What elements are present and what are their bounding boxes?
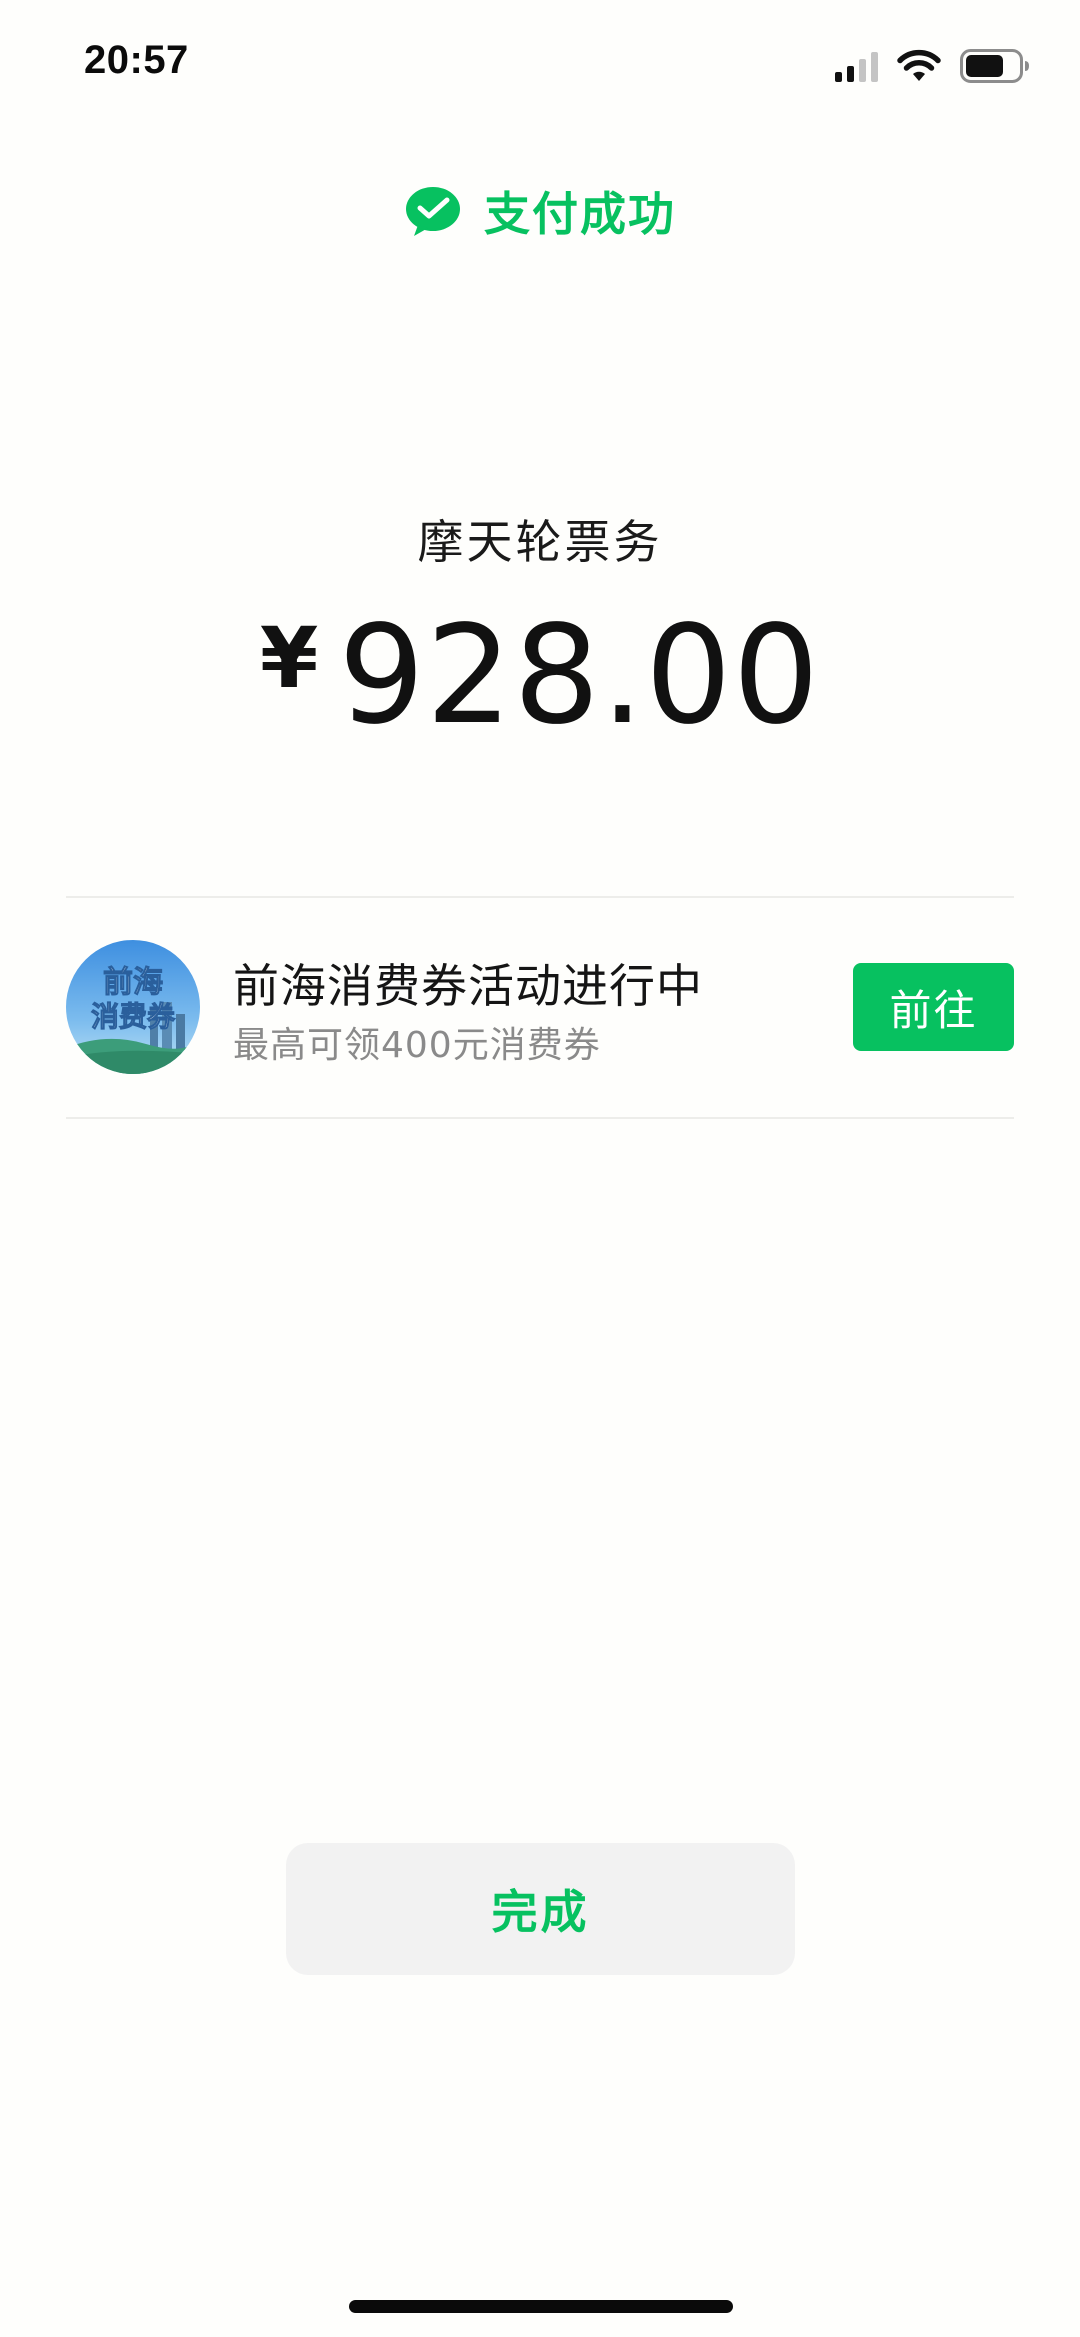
- promo-logo-line2: 消费券: [91, 1000, 176, 1033]
- currency-symbol: ¥: [259, 609, 319, 707]
- wifi-icon: [896, 49, 942, 83]
- go-button[interactable]: 前往: [853, 963, 1014, 1051]
- promo-title[interactable]: 前海消费券活动进行中: [233, 950, 703, 1016]
- merchant-name: 摩天轮票务: [417, 515, 663, 569]
- page-title: 支付成功: [484, 187, 676, 241]
- promo-subtitle: 最高可领400元消费券: [233, 1025, 601, 1066]
- amount-row: ¥ 928.00: [0, 608, 1080, 744]
- payment-success-header: 支付成功: [0, 178, 1080, 244]
- signal-icon: [835, 50, 878, 82]
- home-indicator[interactable]: [349, 2300, 733, 2313]
- wechat-pay-icon: [404, 185, 462, 237]
- promo-logo-line1: 前海: [103, 965, 163, 1000]
- divider-bottom: [66, 1117, 1014, 1119]
- status-icons: [835, 46, 1030, 86]
- done-button[interactable]: 完成: [286, 1843, 795, 1975]
- promo-logo[interactable]: 前海 消费券: [66, 940, 200, 1074]
- payment-amount: 928.00: [338, 597, 821, 755]
- divider-top: [66, 896, 1014, 898]
- status-time: 20:57: [84, 38, 189, 82]
- battery-icon: [960, 49, 1030, 83]
